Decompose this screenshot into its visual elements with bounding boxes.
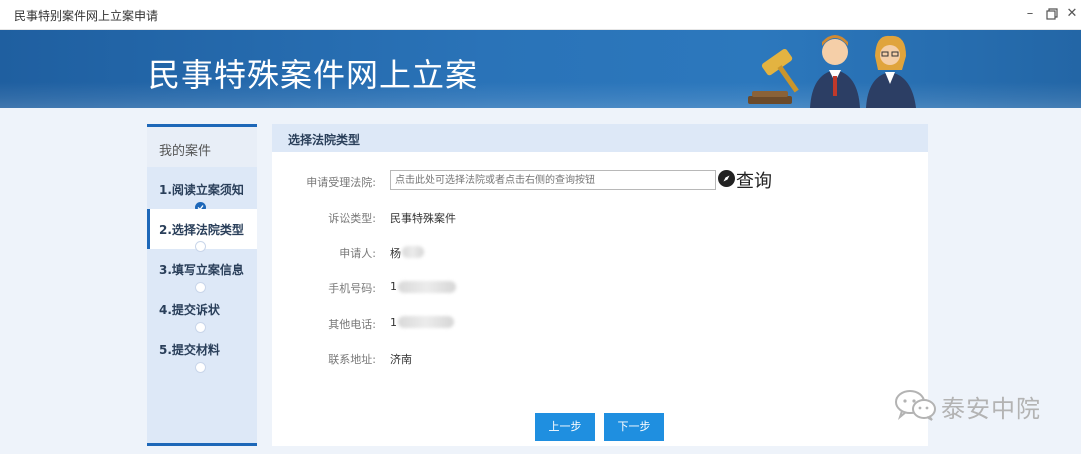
step-pending-dot	[195, 362, 206, 373]
judges-illustration	[748, 35, 916, 108]
address-label: 联系地址:	[328, 353, 376, 366]
case-type-label: 诉讼类型:	[328, 212, 376, 225]
step-label: 1.阅读立案须知	[159, 183, 244, 197]
watermark: 泰安中院	[893, 388, 1053, 424]
redacted-mobile	[398, 281, 456, 293]
redacted-other-phone	[398, 316, 454, 328]
window-titlebar: 民事特别案件网上立案申请 – ✕	[0, 0, 1081, 30]
court-label: 申请受理法院:	[306, 176, 376, 189]
next-button[interactable]: 下一步	[604, 413, 664, 441]
query-button-label: 查询	[736, 171, 772, 192]
minimize-icon[interactable]: –	[1021, 5, 1039, 23]
other-phone-label: 其他电话:	[328, 318, 376, 331]
address-value: 济南	[390, 353, 412, 366]
watermark-text: 泰安中院	[941, 395, 1041, 423]
mobile-label: 手机号码:	[328, 282, 376, 295]
other-phone-value: 1	[390, 316, 397, 329]
case-type-value: 民事特殊案件	[390, 212, 456, 225]
court-select-input[interactable]	[390, 170, 716, 190]
prev-button[interactable]: 上一步	[535, 413, 595, 441]
header-banner: 民事特殊案件网上立案	[0, 30, 1081, 108]
step-label: 2.选择法院类型	[159, 223, 244, 237]
redacted-applicant	[402, 246, 424, 258]
banner-title: 民事特殊案件网上立案	[148, 56, 479, 94]
sidebar-header-label: 我的案件	[159, 144, 212, 159]
step-label: 3.填写立案信息	[159, 263, 244, 277]
sidebar-header: 我的案件	[147, 127, 257, 167]
step-label: 5.提交材料	[159, 343, 220, 357]
court-type-form: 选择法院类型 申请受理法院: 查询 诉讼类型: 民事特殊案件 申请人: 杨 手机…	[272, 124, 928, 446]
step-label: 4.提交诉状	[159, 303, 220, 317]
applicant-label: 申请人:	[339, 247, 376, 260]
case-steps-sidebar: 我的案件 1.阅读立案须知 2.选择法院类型 3.填写立案信息 4.提交诉状 5…	[147, 124, 257, 446]
section-header: 选择法院类型	[272, 124, 928, 152]
section-title: 选择法院类型	[288, 133, 361, 147]
applicant-value: 杨	[390, 247, 401, 260]
query-button[interactable]: 查询	[718, 167, 780, 192]
close-icon[interactable]: ✕	[1063, 5, 1081, 23]
window-title: 民事特别案件网上立案申请	[14, 9, 159, 23]
wechat-icon	[895, 390, 936, 421]
mobile-value: 1	[390, 280, 397, 293]
compass-icon	[718, 170, 735, 187]
maximize-icon[interactable]	[1043, 5, 1061, 23]
